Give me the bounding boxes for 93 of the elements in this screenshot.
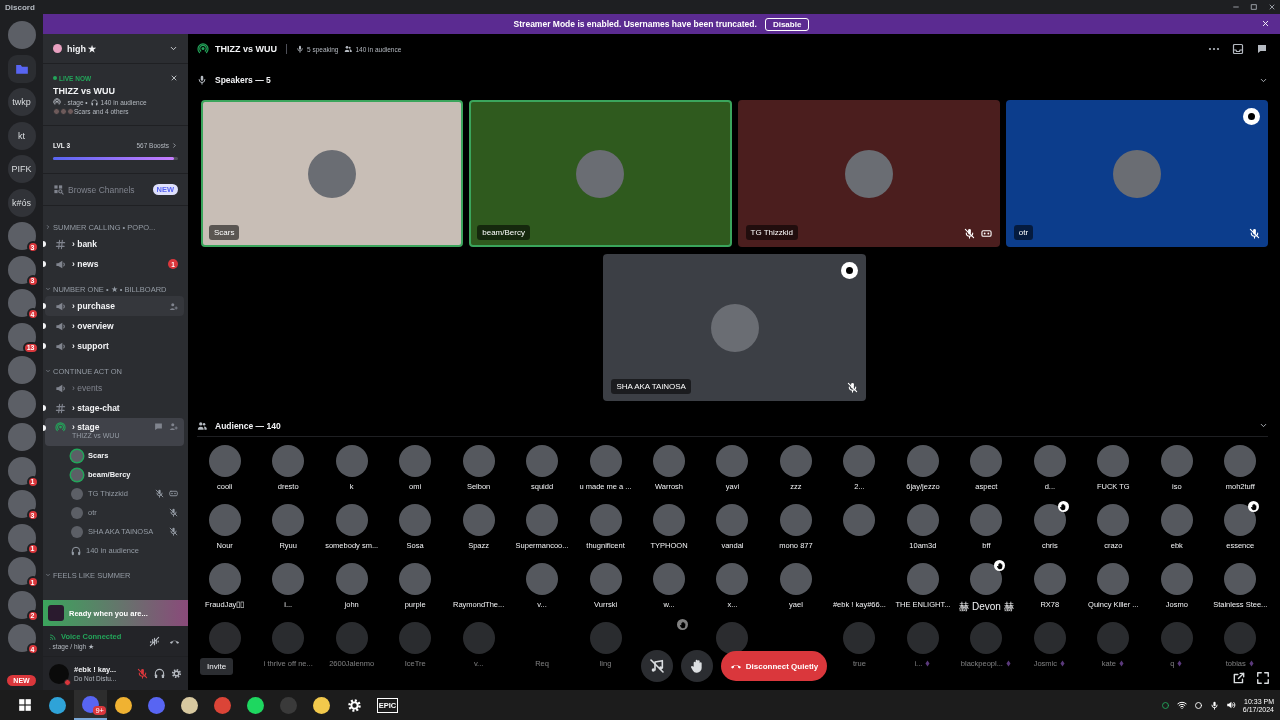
- server-icon[interactable]: PIFK: [7, 155, 36, 183]
- avatar[interactable]: [1224, 504, 1257, 536]
- status-icon: [1160, 700, 1170, 710]
- maximize-icon[interactable]: [1250, 3, 1258, 11]
- section-title: Audience — 140: [215, 420, 282, 431]
- hash-icon: [55, 402, 66, 414]
- invite-tooltip: Invite: [200, 658, 234, 675]
- settings-icon: [347, 697, 362, 713]
- threads-icon[interactable]: [1256, 43, 1268, 55]
- stage-icon: [197, 43, 209, 55]
- chevron-right-icon: [45, 224, 51, 230]
- mic-icon: [197, 75, 207, 85]
- network-icon: [1176, 700, 1187, 710]
- fullscreen-icon[interactable]: [1256, 671, 1270, 685]
- dnd-status-icon: [64, 678, 71, 686]
- hand-icon: [688, 658, 705, 674]
- member-name[interactable]: 赫 Devon 赫: [959, 600, 1014, 614]
- headphones-icon: [90, 98, 98, 106]
- raise-hand-button[interactable]: [680, 650, 713, 682]
- live-title: THIZZ vs WUU: [53, 86, 116, 96]
- stage-icon: [53, 98, 61, 106]
- window-title: Discord: [5, 2, 35, 12]
- megaphone-icon: [55, 258, 66, 270]
- banner-text: Streamer Mode is enabled. Usernames have been truncated.: [513, 19, 757, 29]
- server-icon: [53, 44, 62, 53]
- people-icon: [197, 420, 207, 431]
- server-icon[interactable]: k#ós: [7, 188, 36, 217]
- chevron-down-icon: [45, 572, 51, 578]
- add-user-icon[interactable]: [169, 301, 178, 311]
- disable-button[interactable]: Disable: [764, 17, 810, 31]
- noise-suppression-icon[interactable]: [149, 635, 160, 647]
- chat-icon[interactable]: [154, 422, 163, 431]
- megaphone-icon: [55, 382, 66, 394]
- server-icon[interactable]: kt: [7, 121, 36, 150]
- channel-item[interactable]: › overview: [45, 316, 184, 336]
- soundboard-button[interactable]: [640, 650, 673, 682]
- megaphone-icon: [55, 340, 66, 352]
- people-icon: [344, 45, 353, 53]
- channel-item[interactable]: › purchase: [45, 296, 184, 316]
- server-icon[interactable]: [7, 423, 36, 451]
- headphones-icon: [71, 545, 81, 556]
- section-title: Speakers — 5: [215, 75, 272, 85]
- server-name: high ★: [67, 43, 97, 54]
- minimize-icon[interactable]: [1232, 3, 1240, 11]
- settings-icon[interactable]: [171, 668, 182, 679]
- chevron-down-icon: [169, 44, 178, 53]
- status-icon: [1193, 700, 1203, 710]
- channel-item[interactable]: › stage-chat: [45, 398, 184, 418]
- channel-item[interactable]: › events: [45, 378, 184, 398]
- signal-icon: [49, 631, 58, 641]
- speaker-name: SHA AKA TAiNOSA: [611, 379, 691, 394]
- mic-muted-icon[interactable]: [137, 668, 148, 679]
- close-icon[interactable]: [1268, 3, 1276, 11]
- stage-icon: [55, 422, 66, 433]
- speaker-name: beam/Bercy: [477, 225, 530, 240]
- speaker-tile[interactable]: otr: [1005, 100, 1268, 247]
- speaker-tile[interactable]: beam/Bercy: [469, 100, 732, 247]
- chevron-down-icon: [45, 368, 51, 374]
- avatar[interactable]: [1033, 504, 1066, 536]
- thumbnail: [48, 605, 64, 621]
- headphones-icon[interactable]: [154, 668, 165, 679]
- close-icon[interactable]: [170, 74, 178, 82]
- avatar[interactable]: [970, 563, 1003, 595]
- chevron-right-icon: [171, 142, 178, 149]
- popout-icon[interactable]: [1232, 671, 1246, 685]
- megaphone-icon: [55, 300, 66, 312]
- speaker-tile[interactable]: TG Thizzkid: [737, 100, 1000, 247]
- speaker-name: Scars: [209, 225, 240, 240]
- speaker-tile[interactable]: Scars: [201, 100, 464, 247]
- mic-icon: [1209, 700, 1219, 710]
- mic-icon: [296, 45, 304, 53]
- chevron-down-icon[interactable]: [1259, 421, 1268, 430]
- browse-icon: [53, 184, 64, 195]
- windows-icon: [17, 698, 32, 712]
- chevron-down-icon: [45, 286, 51, 292]
- disconnect-button[interactable]: Disconnect Quietly: [720, 651, 828, 681]
- speaker-name: TG Thizzkid: [745, 225, 799, 240]
- server-folder[interactable]: [7, 54, 36, 83]
- speaker-tile[interactable]: SHA AKA TAiNOSA: [603, 254, 866, 401]
- volume-icon: [1225, 700, 1236, 710]
- server-icon[interactable]: [7, 389, 36, 418]
- server-icon[interactable]: [7, 21, 36, 49]
- stage-title: THIZZ vs WUU: [215, 44, 277, 54]
- add-user-icon[interactable]: [169, 422, 178, 431]
- server-icon[interactable]: [7, 356, 36, 384]
- speaker-name: otr: [1013, 225, 1034, 240]
- megaphone-icon: [55, 320, 66, 332]
- channel-item[interactable]: › support: [45, 336, 184, 356]
- channel-item[interactable]: › bank: [45, 234, 184, 254]
- inbox-icon[interactable]: [1232, 43, 1244, 55]
- server-icon[interactable]: twkp: [7, 88, 36, 116]
- music-off-icon: [648, 658, 665, 674]
- hash-icon: [55, 238, 66, 250]
